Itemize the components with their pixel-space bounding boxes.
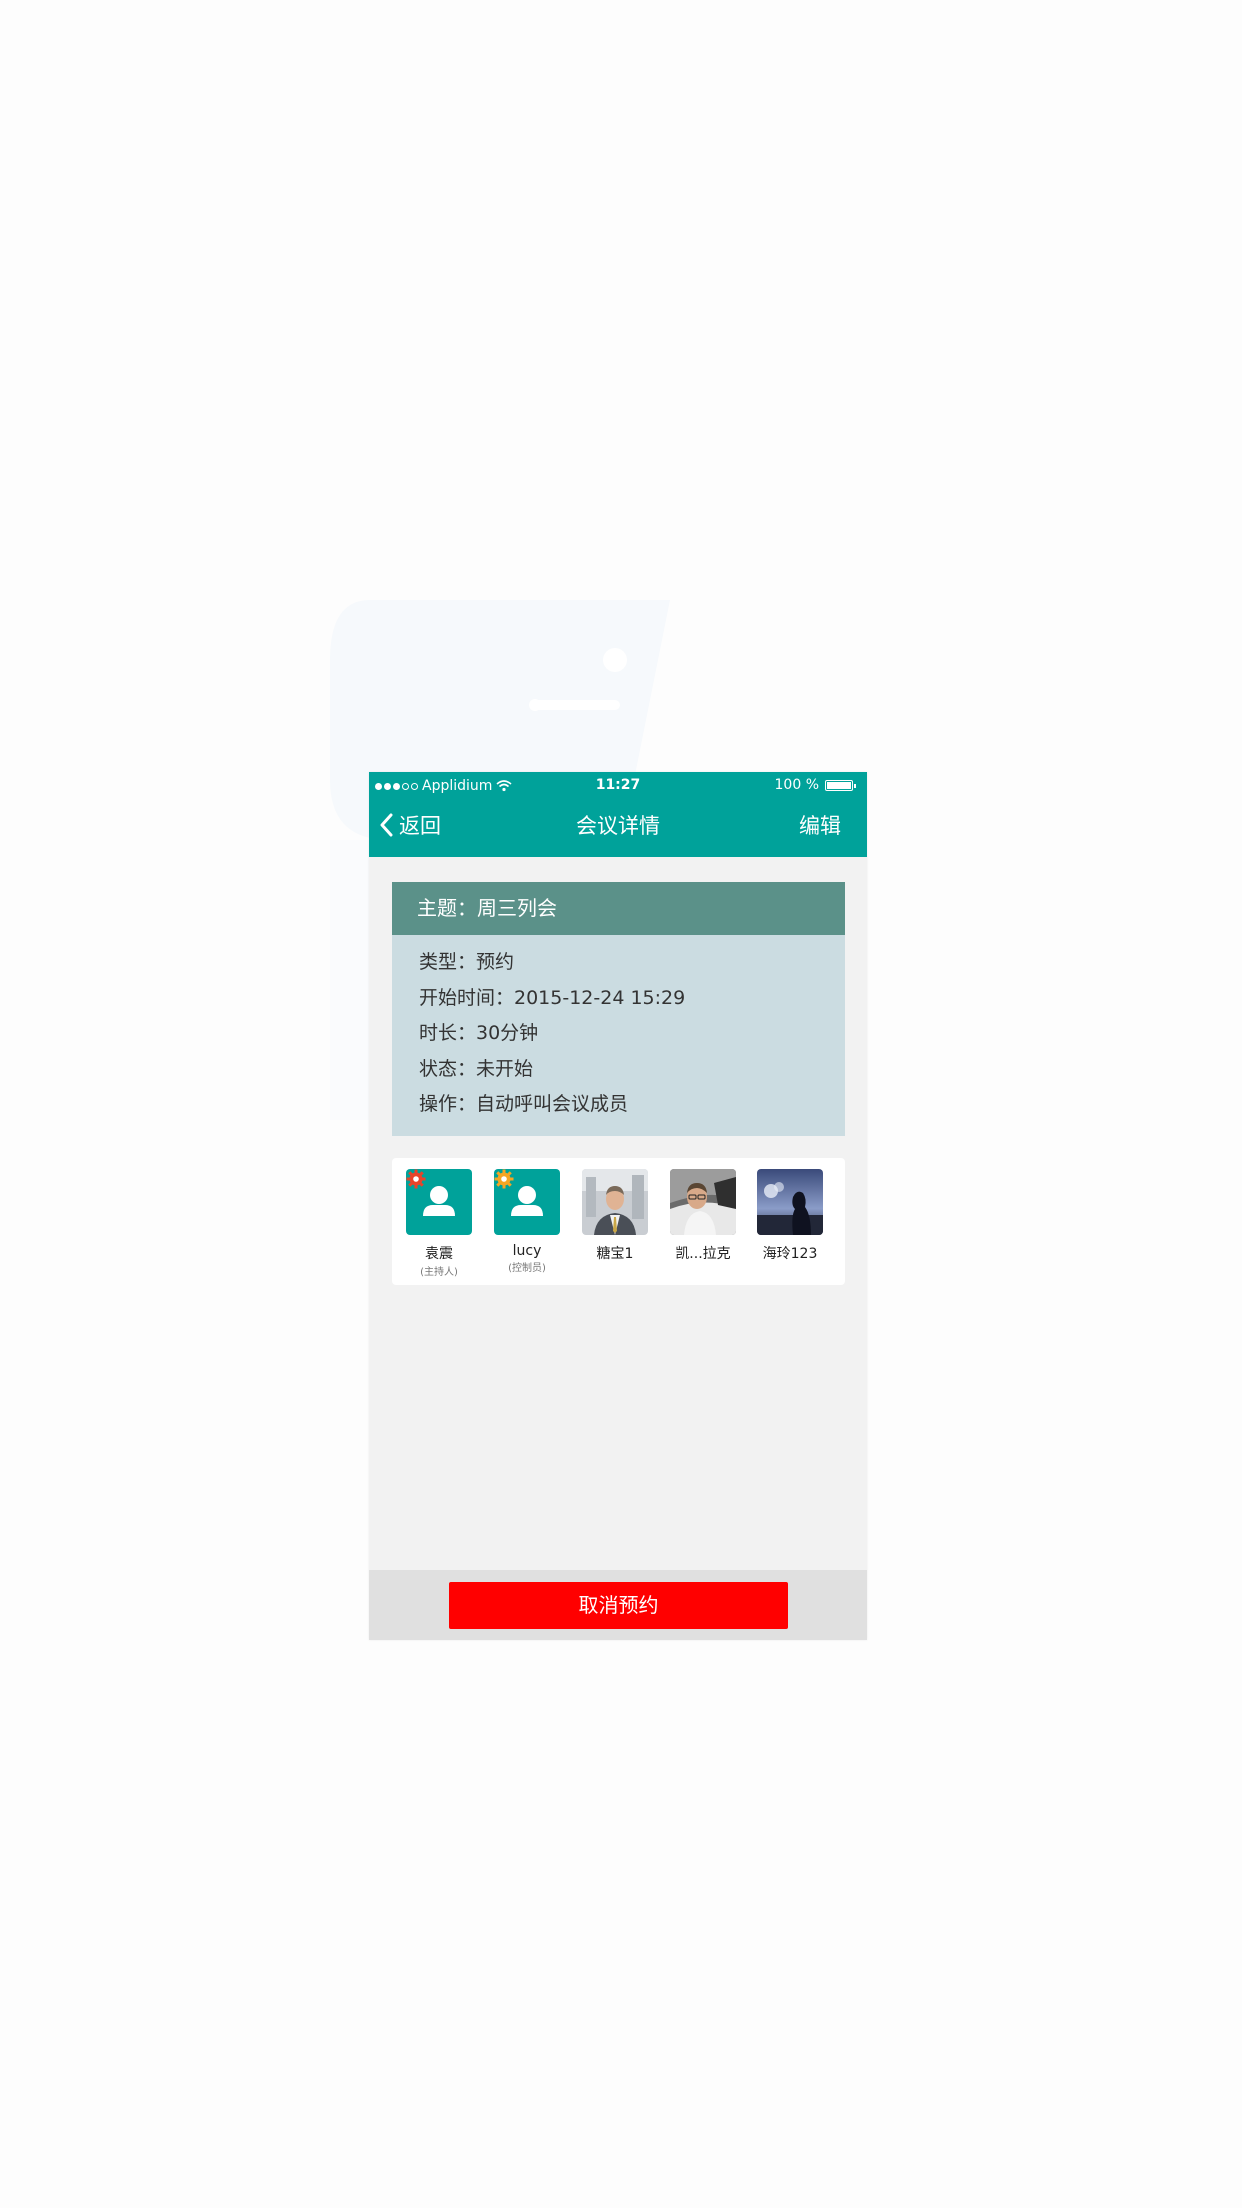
meeting-status: 状态：未开始 (419, 1057, 534, 1080)
page-title: 会议详情 (576, 814, 660, 838)
member-role: (主持人) (420, 1267, 458, 1278)
member-list: 袁震 (主持人) lucy (控制员) 糖宝1 凯...拉克 海玲123 (392, 1158, 845, 1285)
meeting-duration: 时长：30分钟 (419, 1022, 539, 1044)
meeting-details: 类型：预约 开始时间：2015-12-24 15:29 时长：30分钟 状态：未… (392, 935, 845, 1123)
member-item[interactable]: 袁震 (主持人) (406, 1169, 472, 1278)
phone-screen: Applidium 11:27 100 % 返回 会议详情 编辑 主题：周三列会 (369, 772, 867, 1640)
navigation-bar: Applidium 11:27 100 % 返回 会议详情 编辑 (369, 772, 867, 857)
member-item[interactable]: 海玲123 (757, 1169, 823, 1263)
photo-man-car-icon (670, 1169, 736, 1235)
member-item[interactable]: 糖宝1 (582, 1169, 648, 1263)
avatar (757, 1169, 823, 1235)
status-bar: Applidium 11:27 100 % (369, 772, 867, 798)
member-role: (控制员) (508, 1263, 546, 1274)
battery-icon (825, 779, 856, 791)
avatar (582, 1169, 648, 1235)
member-name: lucy (512, 1243, 542, 1259)
photo-man-suit-icon (582, 1169, 648, 1235)
avatar (494, 1169, 560, 1235)
member-item[interactable]: lucy (控制员) (494, 1169, 560, 1274)
avatar (670, 1169, 736, 1235)
member-name: 海玲123 (762, 1246, 818, 1262)
meeting-subject: 主题：周三列会 (392, 882, 845, 935)
host-gear-icon (406, 1169, 426, 1189)
cancel-reservation-button[interactable]: 取消预约 (449, 1582, 788, 1629)
meeting-info-card: 主题：周三列会 类型：预约 开始时间：2015-12-24 15:29 时长：3… (392, 882, 845, 1136)
member-name: 袁震 (425, 1246, 453, 1262)
meeting-type: 类型：预约 (419, 951, 515, 973)
photo-woman-silhouette-icon (757, 1169, 823, 1235)
bottom-bar: 取消预约 (369, 1570, 867, 1640)
controller-gear-icon (494, 1169, 514, 1189)
avatar (406, 1169, 472, 1235)
battery-percent: 100 % (774, 777, 819, 793)
member-name: 凯...拉克 (675, 1246, 731, 1262)
meeting-start-time: 开始时间：2015-12-24 15:29 (419, 986, 686, 1009)
edit-button[interactable]: 编辑 (799, 810, 841, 840)
member-name: 糖宝1 (596, 1246, 634, 1262)
meeting-operation: 操作：自动呼叫会议成员 (419, 1093, 629, 1115)
member-item[interactable]: 凯...拉克 (670, 1169, 736, 1263)
